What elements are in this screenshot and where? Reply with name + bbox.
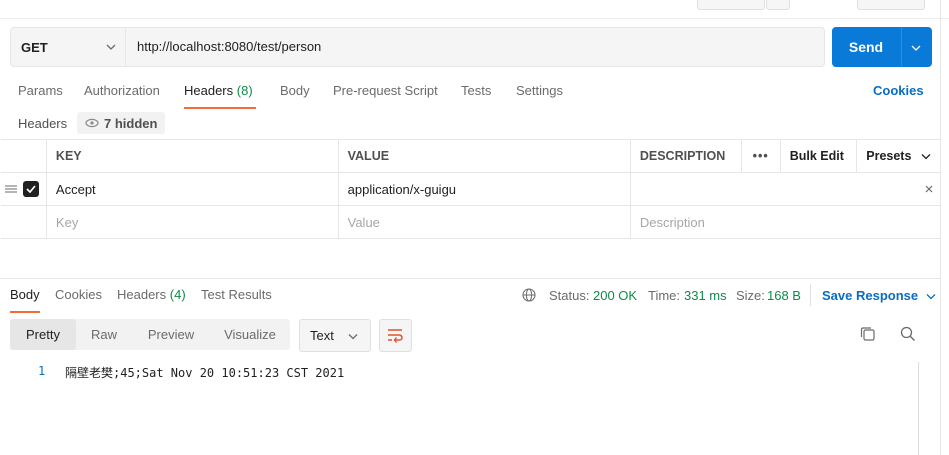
key-input[interactable]: Key <box>45 205 339 239</box>
drag-handle-icon[interactable] <box>5 184 17 194</box>
chevron-down-icon <box>926 294 936 300</box>
wrap-lines-button[interactable] <box>379 319 412 352</box>
tab-params[interactable]: Params <box>18 83 63 107</box>
column-description: DESCRIPTION <box>629 139 742 173</box>
hidden-count: 7 hidden <box>104 115 158 131</box>
time-label: Time: <box>648 288 681 303</box>
toolbar-button[interactable] <box>697 0 765 10</box>
method-label: GET <box>21 39 48 55</box>
response-type-label: Text <box>310 328 334 343</box>
response-body[interactable]: 1 隔壁老樊;45;Sat Nov 20 10:51:23 CST 2021 <box>0 360 918 455</box>
top-toolbar-strip <box>0 0 949 19</box>
request-bar: GET http://localhost:8080/test/person <box>10 27 825 67</box>
response-tab-cookies[interactable]: Cookies <box>55 287 102 311</box>
value-input[interactable]: Value <box>337 205 631 239</box>
table-row: Accept application/x-guigu <box>1 172 941 206</box>
table-row-empty: Key Value Description <box>1 205 941 239</box>
presets-label: Presets <box>866 149 912 163</box>
column-value: VALUE <box>337 139 631 173</box>
checkmark-icon <box>26 185 36 194</box>
tab-headers-label: Headers <box>184 83 234 98</box>
header-value-cell[interactable]: application/x-guigu <box>337 172 631 206</box>
format-group: Pretty Raw Preview Visualize <box>10 319 290 350</box>
save-response-button[interactable]: Save Response <box>822 288 936 303</box>
response-type-select[interactable]: Text <box>299 319 371 352</box>
response-tab-headers-count: (4) <box>169 287 186 302</box>
scrollbar[interactable] <box>918 362 919 455</box>
tab-headers-count: (8) <box>236 83 253 98</box>
tab-headers[interactable]: Headers (8) <box>184 83 256 109</box>
size-value[interactable]: 168 B <box>767 288 801 303</box>
tab-tests[interactable]: Tests <box>461 83 491 107</box>
header-enabled-checkbox[interactable] <box>22 181 39 198</box>
pane-divider[interactable] <box>0 238 941 279</box>
format-visualize[interactable]: Visualize <box>210 319 290 350</box>
close-icon[interactable] <box>925 185 933 193</box>
column-key: KEY <box>45 139 339 173</box>
chevron-down-icon[interactable] <box>911 44 921 52</box>
table-header-row: KEY VALUE DESCRIPTION ••• Bulk Edit Pres… <box>1 139 941 173</box>
response-line: 隔壁老樊;45;Sat Nov 20 10:51:23 CST 2021 <box>65 366 345 380</box>
response-tab-body[interactable]: Body <box>10 287 40 313</box>
header-key-cell[interactable]: Accept <box>45 172 339 206</box>
size-label: Size: <box>736 288 765 303</box>
format-raw[interactable]: Raw <box>76 319 132 350</box>
line-number: 1 <box>38 364 46 378</box>
status-value[interactable]: 200 OK <box>593 288 637 303</box>
divider <box>810 284 811 306</box>
right-border <box>940 0 941 455</box>
header-description-cell[interactable] <box>629 172 941 206</box>
presets-dropdown[interactable]: Presets <box>856 139 941 173</box>
url-input[interactable]: http://localhost:8080/test/person <box>137 28 321 66</box>
tab-settings[interactable]: Settings <box>516 83 563 107</box>
tab-pre-request-script[interactable]: Pre-request Script <box>333 83 438 107</box>
search-icon[interactable] <box>900 326 916 342</box>
more-options-icon[interactable]: ••• <box>740 139 781 173</box>
tab-authorization[interactable]: Authorization <box>84 83 160 107</box>
method-select[interactable]: GET <box>11 28 126 66</box>
status-label: Status: <box>549 288 590 303</box>
cookies-link[interactable]: Cookies <box>873 83 924 107</box>
format-preview[interactable]: Preview <box>132 319 210 350</box>
description-input[interactable]: Description <box>629 205 941 239</box>
hidden-headers-toggle[interactable]: 7 hidden <box>77 112 166 134</box>
wrap-lines-icon <box>388 329 403 343</box>
copy-icon[interactable] <box>860 326 876 342</box>
headers-label: Headers <box>18 116 68 131</box>
time-value[interactable]: 331 ms <box>684 288 727 303</box>
globe-icon[interactable] <box>522 288 536 302</box>
format-pretty[interactable]: Pretty <box>10 319 76 350</box>
toolbar-button[interactable] <box>766 0 790 10</box>
send-button[interactable]: Send <box>832 27 932 67</box>
headers-table: KEY VALUE DESCRIPTION ••• Bulk Edit Pres… <box>1 139 941 239</box>
response-tab-headers-label: Headers <box>117 287 167 302</box>
tab-body[interactable]: Body <box>280 83 310 107</box>
bulk-edit-button[interactable]: Bulk Edit <box>779 139 858 173</box>
chevron-down-icon <box>921 154 931 160</box>
save-response-label: Save Response <box>822 288 919 303</box>
send-label: Send <box>848 39 884 55</box>
chevron-down-icon <box>348 334 358 340</box>
toolbar-button[interactable] <box>857 0 925 10</box>
response-tab-headers[interactable]: Headers (4) <box>117 287 186 311</box>
chevron-down-icon <box>106 44 116 50</box>
response-tab-test-results[interactable]: Test Results <box>201 287 272 311</box>
eye-icon <box>85 118 99 128</box>
